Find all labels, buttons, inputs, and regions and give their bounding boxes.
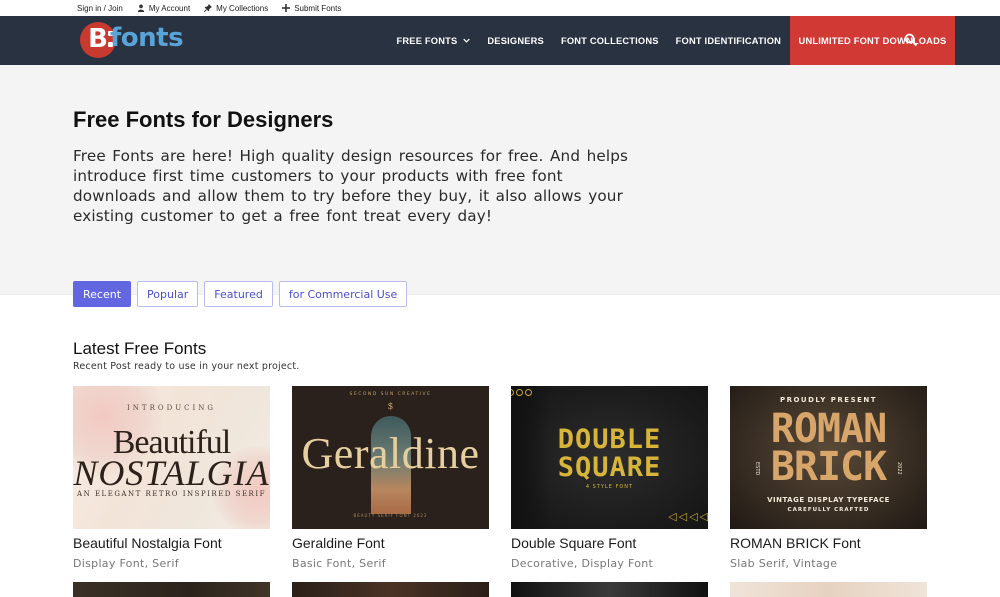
plus-icon	[282, 4, 291, 12]
thumb-intro: INTRODUCING	[127, 404, 216, 412]
tab-recent[interactable]: Recent	[73, 281, 132, 307]
font-card: INTRODUCING Beautiful NOSTALGIA AN ELEGA…	[73, 386, 270, 597]
logo-wordmark: fonts	[110, 23, 184, 53]
section-title: Latest Free Fonts	[73, 339, 207, 358]
thumb-mark: $	[387, 402, 394, 412]
filter-tabs: Recent Popular Featured for Commercial U…	[73, 281, 408, 307]
sign-in-link[interactable]: Sign in / Join	[77, 4, 123, 13]
ring-dots-decoration	[511, 389, 532, 396]
font-thumbnail[interactable]	[730, 582, 927, 597]
font-card-title[interactable]: Double Square Font	[511, 535, 636, 551]
my-collections-label: My Collections	[216, 3, 269, 13]
nav-unlimited-downloads[interactable]: UNLIMITED FONT DOWNLOADS	[789, 16, 956, 65]
nav-designers[interactable]: DESIGNERS	[479, 16, 553, 65]
search-icon[interactable]	[904, 33, 918, 47]
font-card-tags: Slab Serif, Vintage	[730, 557, 838, 570]
section-subtitle: Recent Post ready to use in your next pr…	[73, 361, 300, 372]
font-thumbnail[interactable]: INTRODUCING Beautiful NOSTALGIA AN ELEGA…	[73, 386, 270, 529]
thumb-line2: SQUARE	[557, 452, 662, 483]
site-logo[interactable]: B fonts	[80, 21, 190, 59]
submit-fonts-label: Submit Fonts	[294, 3, 342, 13]
arrow-decoration-icon: ◁◁◁◁	[668, 510, 708, 523]
nav-font-identification[interactable]: FONT IDENTIFICATION	[667, 16, 789, 65]
my-account-label: My Account	[148, 3, 191, 13]
nav-font-identification-label: FONT IDENTIFICATION	[675, 35, 782, 46]
thumb-tagline: AN ELEGANT RETRO INSPIRED SERIF	[77, 490, 266, 498]
my-collections-link[interactable]: My Collections	[204, 4, 268, 13]
nav-free-fonts-label: FREE FONTS	[396, 35, 458, 46]
font-thumbnail[interactable]: SECOND SUN CREATIVE $ Geraldine BEAUTY S…	[292, 386, 489, 529]
font-thumbnail[interactable]	[511, 582, 708, 597]
my-account-link[interactable]: My Account	[137, 4, 190, 13]
thumb-sub: 4 STYLE FONT	[585, 484, 634, 490]
tab-featured[interactable]: Featured	[204, 281, 273, 307]
thumb-side-left: ESTD	[754, 462, 760, 476]
submit-fonts-link[interactable]: Submit Fonts	[282, 4, 341, 13]
tab-commercial-use[interactable]: for Commercial Use	[278, 281, 408, 307]
nav-font-collections[interactable]: FONT COLLECTIONS	[552, 16, 667, 65]
nav-font-collections-label: FONT COLLECTIONS	[560, 35, 659, 46]
hero-description: Free Fonts are here! High quality design…	[73, 147, 629, 225]
thumb-line2: NOSTALGIA	[73, 453, 270, 493]
font-card-title[interactable]: ROMAN BRICK Font	[730, 535, 861, 551]
pin-icon	[204, 4, 213, 12]
thumb-top-text: SECOND SUN CREATIVE	[349, 392, 432, 397]
main-navbar: B fonts FREE FONTS DESIGNERS FONT COLLEC…	[0, 16, 1000, 65]
top-utility-bar: Sign in / Join My Account My Collections…	[0, 0, 1000, 16]
user-icon	[137, 4, 145, 12]
font-card: SECOND SUN CREATIVE $ Geraldine BEAUTY S…	[292, 386, 489, 597]
font-card-tags: Decorative, Display Font	[511, 557, 654, 570]
page-title: Free Fonts for Designers	[73, 107, 334, 132]
nav-unlimited-label: UNLIMITED FONT DOWNLOADS	[798, 35, 947, 46]
sign-in-label: Sign in / Join	[77, 3, 123, 13]
nav-designers-label: DESIGNERS	[487, 35, 544, 46]
thumb-crafted: CAREFULLY CRAFTED	[787, 507, 870, 513]
font-card: DOUBLE SQUARE 4 STYLE FONT ◁◁◁◁ Double S…	[511, 386, 708, 597]
font-card-title[interactable]: Beautiful Nostalgia Font	[73, 535, 222, 551]
thumb-line1: DOUBLE	[557, 424, 662, 455]
font-card: PROUDLY PRESENT ROMAN BRICK ESTD 2022 VI…	[730, 386, 927, 597]
tab-popular[interactable]: Popular	[137, 281, 199, 307]
font-thumbnail[interactable]	[73, 582, 270, 597]
font-card-tags: Basic Font, Serif	[292, 557, 386, 570]
thumb-arc-text: PROUDLY PRESENT	[779, 396, 878, 404]
hero-section: Free Fonts for Designers Free Fonts are …	[0, 65, 1000, 295]
font-card-title[interactable]: Geraldine Font	[292, 535, 385, 551]
font-thumbnail[interactable]: DOUBLE SQUARE 4 STYLE FONT ◁◁◁◁	[511, 386, 708, 529]
thumb-foot: BEAUTY SERIF FONT 2022	[353, 513, 428, 518]
thumb-desc: VINTAGE DISPLAY TYPEFACE	[767, 496, 890, 504]
chevron-down-icon	[463, 38, 471, 43]
font-thumbnail[interactable]: PROUDLY PRESENT ROMAN BRICK ESTD 2022 VI…	[730, 386, 927, 529]
thumb-name: Geraldine	[301, 429, 480, 478]
nav-free-fonts[interactable]: FREE FONTS	[388, 16, 479, 65]
font-card-tags: Display Font, Serif	[73, 557, 179, 570]
primary-nav: FREE FONTS DESIGNERS FONT COLLECTIONS FO…	[388, 16, 956, 65]
thumb-side-right: 2022	[896, 462, 902, 475]
font-thumbnail[interactable]	[292, 582, 489, 597]
